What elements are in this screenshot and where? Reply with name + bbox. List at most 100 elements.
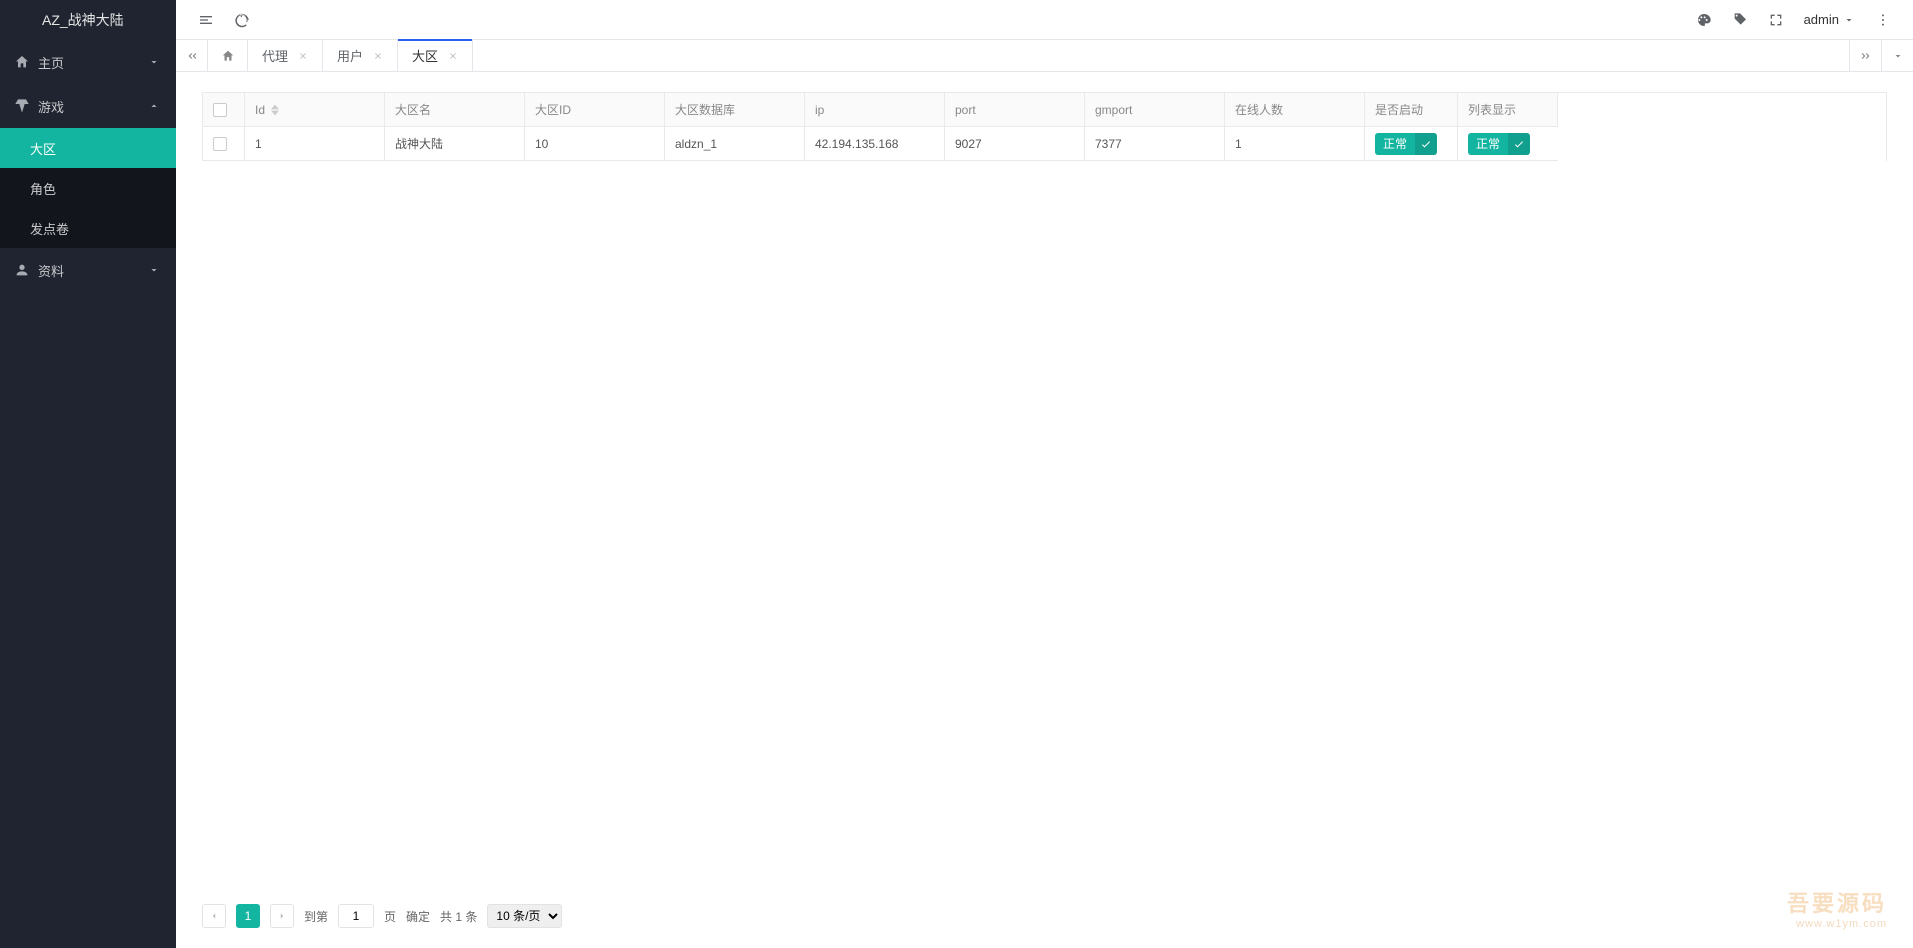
tabs-container: 代理 用户 大区 <box>208 40 1849 71</box>
column-label: 列表显示 <box>1468 101 1516 118</box>
tags-button[interactable] <box>1722 0 1758 40</box>
sidebar-sub-label: 大区 <box>30 139 56 158</box>
brand-title: AZ_战神大陆 <box>0 0 176 40</box>
pager-next[interactable] <box>270 904 294 928</box>
chevron-right-icon <box>277 911 287 921</box>
column-label: 大区数据库 <box>675 101 735 118</box>
pager-page-unit: 页 <box>384 908 396 925</box>
sidebar-item-game[interactable]: 游戏 <box>0 84 176 128</box>
tabs-bar: 代理 用户 大区 <box>176 40 1913 72</box>
check-icon <box>1415 133 1437 155</box>
sidebar-sub-credit[interactable]: 发点卷 <box>0 208 176 248</box>
column-db: 大区数据库 <box>665 93 805 127</box>
sidebar-sub-label: 发点卷 <box>30 219 69 238</box>
column-port: port <box>945 93 1085 127</box>
column-enabled: 是否启动 <box>1365 93 1458 127</box>
content: Id 大区名 大区ID 大区数据库 ip port gmport 在线人数 是否… <box>176 72 1913 948</box>
chevron-down-icon <box>1892 50 1904 62</box>
column-zone-id: 大区ID <box>525 93 665 127</box>
topbar: admin <box>176 0 1913 40</box>
user-menu[interactable]: admin <box>1804 12 1855 27</box>
sidebar-item-label: 资料 <box>38 261 64 280</box>
cell-port: 9027 <box>945 127 1085 161</box>
tab-label: 代理 <box>262 46 288 65</box>
cell-ip: 42.194.135.168 <box>805 127 945 161</box>
menu-collapse-icon <box>198 12 214 28</box>
checkbox-row[interactable] <box>213 137 227 151</box>
pager-prev[interactable] <box>202 904 226 928</box>
palette-icon <box>1696 12 1712 28</box>
sidebar-sub-label: 角色 <box>30 179 56 198</box>
column-label: ip <box>815 103 824 117</box>
row-checkbox[interactable] <box>203 127 245 161</box>
column-zone-name: 大区名 <box>385 93 525 127</box>
tab-zone[interactable]: 大区 <box>398 40 473 71</box>
chevron-up-icon <box>148 100 160 112</box>
tabs-dropdown[interactable] <box>1881 40 1913 71</box>
double-chevron-left-icon <box>185 49 199 63</box>
tab-agent[interactable]: 代理 <box>248 40 323 71</box>
column-label: port <box>955 103 976 117</box>
tab-label: 用户 <box>337 46 363 65</box>
column-checkbox[interactable] <box>203 93 245 127</box>
column-listshow: 列表显示 <box>1458 93 1558 127</box>
column-gmport: gmport <box>1085 93 1225 127</box>
tab-label: 大区 <box>412 46 438 65</box>
sidebar-item-label: 主页 <box>38 53 64 72</box>
cell-online: 1 <box>1225 127 1365 161</box>
close-icon[interactable] <box>448 51 458 61</box>
fullscreen-button[interactable] <box>1758 0 1794 40</box>
pager-goto-input[interactable] <box>338 904 374 928</box>
main: admin 代理 用户 大区 <box>176 0 1913 948</box>
sidebar-sub-role[interactable]: 角色 <box>0 168 176 208</box>
chevron-left-icon <box>209 911 219 921</box>
column-label: 是否启动 <box>1375 101 1423 118</box>
tabs-scroll-right[interactable] <box>1849 40 1881 71</box>
enabled-switch[interactable]: 正常 <box>1375 133 1437 155</box>
close-icon[interactable] <box>373 51 383 61</box>
pagination: 1 到第 页 确定 共 1 条 10 条/页 <box>202 890 1887 928</box>
cell-gmport: 7377 <box>1085 127 1225 161</box>
refresh-icon <box>234 12 250 28</box>
cell-zone-name: 战神大陆 <box>385 127 525 161</box>
user-icon <box>14 262 30 278</box>
switch-label: 正常 <box>1468 133 1508 155</box>
column-label: gmport <box>1095 103 1132 117</box>
column-label: Id <box>255 103 265 117</box>
sidebar: AZ_战神大陆 主页 游戏 大区 角色 发点卷 资料 <box>0 0 176 948</box>
sidebar-sub-zone[interactable]: 大区 <box>0 128 176 168</box>
checkbox-all[interactable] <box>213 103 227 117</box>
close-icon[interactable] <box>298 51 308 61</box>
tabs-scroll-left[interactable] <box>176 40 208 71</box>
column-label: 在线人数 <box>1235 101 1283 118</box>
more-button[interactable] <box>1865 0 1901 40</box>
tab-home[interactable] <box>208 40 248 71</box>
column-label: 大区ID <box>535 101 571 118</box>
chevron-down-icon <box>148 264 160 276</box>
sidebar-item-home[interactable]: 主页 <box>0 40 176 84</box>
more-vertical-icon <box>1875 12 1891 28</box>
pager-confirm-button[interactable]: 确定 <box>406 908 430 925</box>
double-chevron-right-icon <box>1859 49 1873 63</box>
home-icon <box>221 49 235 63</box>
listshow-switch[interactable]: 正常 <box>1468 133 1530 155</box>
refresh-button[interactable] <box>224 0 260 40</box>
sort-icon[interactable] <box>271 104 279 116</box>
column-id[interactable]: Id <box>245 93 385 127</box>
pager-pagesize-select[interactable]: 10 条/页 <box>487 904 562 928</box>
column-label: 大区名 <box>395 101 431 118</box>
cell-db: aldzn_1 <box>665 127 805 161</box>
user-name: admin <box>1804 12 1839 27</box>
cell-listshow: 正常 <box>1458 127 1558 161</box>
theme-button[interactable] <box>1686 0 1722 40</box>
tab-user[interactable]: 用户 <box>323 40 398 71</box>
fullscreen-icon <box>1768 12 1784 28</box>
tag-icon <box>1732 12 1748 28</box>
chevron-down-icon <box>148 56 160 68</box>
cell-zone-id: 10 <box>525 127 665 161</box>
switch-label: 正常 <box>1375 133 1415 155</box>
pager-page-1[interactable]: 1 <box>236 904 260 928</box>
collapse-sidebar-button[interactable] <box>188 0 224 40</box>
chevron-down-icon <box>1843 14 1855 26</box>
sidebar-item-profile[interactable]: 资料 <box>0 248 176 292</box>
